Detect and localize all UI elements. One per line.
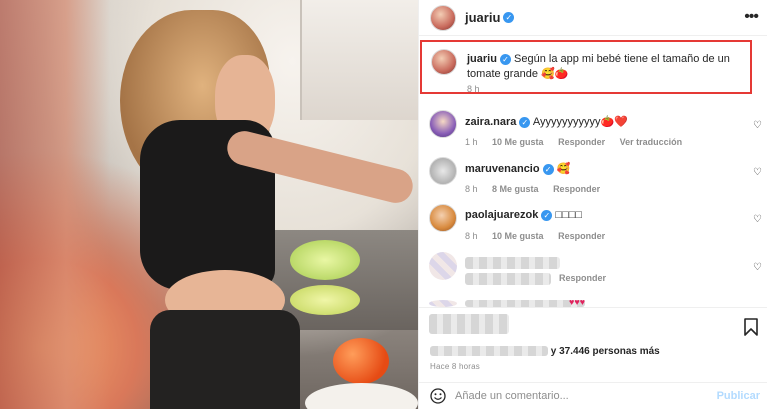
comment-item-blurred: Responder ♡ bbox=[419, 252, 767, 300]
verified-badge-icon: ✓ bbox=[503, 12, 515, 23]
post-side-panel: juariu ✓ ••• juariu ✓ Según la app mi beb… bbox=[418, 0, 767, 409]
comment-likes[interactable]: 10 Me gusta bbox=[492, 231, 544, 241]
comment-text: □□□□ bbox=[555, 209, 582, 221]
heart-outline-icon[interactable]: ♡ bbox=[753, 262, 762, 273]
comment-text: Ayyyyyyyyyyy🍅❤️ bbox=[532, 116, 628, 128]
comment-item: zaira.nara ✓ Ayyyyyyyyyyy🍅❤️ 1 h 10 Me gu… bbox=[419, 110, 767, 158]
comment-text: 🥰 bbox=[556, 163, 571, 175]
blurred-row: ♥♥♥ bbox=[419, 300, 767, 307]
likes-count[interactable]: y 37.446 personas más bbox=[551, 346, 660, 357]
photo-lettuce bbox=[290, 240, 360, 280]
blurred-avatar bbox=[429, 252, 457, 280]
blurred-likers bbox=[430, 346, 548, 357]
verified-badge-icon: ✓ bbox=[542, 163, 554, 175]
reply-button[interactable]: Responder bbox=[558, 137, 605, 147]
blurred-action-icons bbox=[429, 314, 509, 334]
heart-outline-icon[interactable]: ♡ bbox=[753, 214, 762, 225]
photo-lettuce bbox=[290, 285, 360, 315]
comment-likes[interactable]: 10 Me gusta bbox=[492, 137, 544, 147]
photo-tomato bbox=[333, 338, 389, 384]
photo-pants bbox=[150, 310, 300, 409]
comment-input[interactable] bbox=[455, 387, 705, 405]
author-username[interactable]: juariu bbox=[465, 10, 500, 25]
emoji-icon[interactable] bbox=[430, 388, 446, 404]
blurred-hearts: ♥♥♥ bbox=[569, 300, 586, 307]
publish-button[interactable]: Publicar bbox=[717, 390, 760, 402]
commenter-avatar[interactable] bbox=[429, 157, 457, 185]
more-options-icon[interactable]: ••• bbox=[744, 8, 759, 26]
verified-badge-icon: ✓ bbox=[499, 53, 511, 65]
translate-button[interactable]: Ver traducción bbox=[620, 137, 683, 147]
comment-item: maruvenancio ✓ 🥰 8 h 8 Me gusta Responder… bbox=[419, 157, 767, 205]
verified-badge-icon: ✓ bbox=[519, 116, 531, 128]
heart-outline-icon[interactable]: ♡ bbox=[753, 120, 762, 131]
blurred-text bbox=[465, 273, 551, 285]
author-avatar[interactable] bbox=[431, 49, 457, 75]
heart-outline-icon[interactable]: ♡ bbox=[753, 167, 762, 178]
commenter-username[interactable]: paolajuarezok bbox=[465, 209, 538, 221]
comment-item: paolajuarezok ✓ □□□□ 8 h 10 Me gusta Resp… bbox=[419, 204, 767, 252]
comment-time[interactable]: 1 h bbox=[465, 137, 478, 147]
commenter-avatar[interactable] bbox=[429, 204, 457, 232]
caption-time[interactable]: 8 h bbox=[467, 84, 480, 94]
commenter-username[interactable]: zaira.nara bbox=[465, 116, 516, 128]
verified-badge-icon: ✓ bbox=[541, 209, 553, 221]
comment-composer: Publicar bbox=[419, 382, 767, 409]
blurred-avatar bbox=[429, 300, 457, 307]
commenter-avatar[interactable] bbox=[429, 110, 457, 138]
comment-time[interactable]: 8 h bbox=[465, 184, 478, 194]
comment-likes[interactable]: 8 Me gusta bbox=[492, 184, 539, 194]
reply-button[interactable]: Responder bbox=[559, 273, 606, 283]
post-time-ago[interactable]: Hace 8 horas bbox=[430, 362, 480, 371]
likes-summary[interactable]: y 37.446 personas más bbox=[430, 346, 660, 357]
photo-wall bbox=[0, 0, 110, 409]
blurred-text bbox=[465, 257, 560, 269]
reply-button[interactable]: Responder bbox=[553, 184, 600, 194]
post-header: juariu ✓ ••• bbox=[419, 0, 767, 36]
comment-time[interactable]: 8 h bbox=[465, 231, 478, 241]
caption-username[interactable]: juariu bbox=[467, 53, 497, 65]
commenter-username[interactable]: maruvenancio bbox=[465, 163, 540, 175]
action-bar bbox=[419, 307, 767, 343]
photo-cabinet bbox=[300, 0, 418, 120]
reply-button[interactable]: Responder bbox=[558, 231, 605, 241]
photo-plate bbox=[305, 383, 418, 409]
post-photo[interactable] bbox=[0, 0, 418, 409]
bookmark-icon[interactable] bbox=[744, 318, 758, 336]
post-caption: juariu ✓ Según la app mi bebé tiene el ta… bbox=[420, 40, 752, 94]
author-avatar[interactable] bbox=[430, 4, 456, 31]
blurred-text bbox=[465, 300, 585, 307]
